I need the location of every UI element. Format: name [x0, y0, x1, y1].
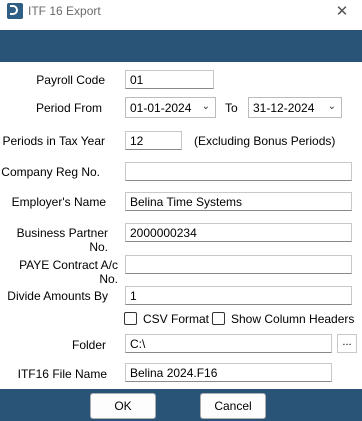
business-partner-no-input[interactable]: 2000000234 [125, 223, 352, 242]
company-reg-no-input[interactable] [125, 162, 352, 181]
footer-bar [0, 389, 362, 421]
app-icon [7, 3, 23, 19]
payroll-code-label: Payroll Code [36, 73, 105, 87]
ok-button[interactable]: OK [90, 393, 156, 419]
folder-label: Folder [71, 338, 106, 352]
file-name-input[interactable]: Belina 2024.F16 [125, 363, 332, 382]
divide-amounts-by-input[interactable]: 1 [125, 286, 352, 305]
excluding-bonus-note: (Excluding Bonus Periods) [194, 134, 336, 148]
window-title: ITF 16 Export [28, 4, 101, 18]
period-from-select[interactable]: 01-01-2024 ⌄ [125, 97, 216, 118]
csv-format-label: CSV Format [143, 312, 210, 326]
browse-folder-button[interactable]: ... [337, 334, 357, 353]
title-bar: ITF 16 Export ✕ [0, 0, 362, 22]
employers-name-label: Employer's Name [11, 195, 106, 209]
chevron-down-icon: ⌄ [201, 101, 210, 112]
file-name-label: ITF16 File Name [17, 367, 107, 381]
period-from-value: 01-01-2024 [130, 101, 192, 115]
period-to-value: 31-12-2024 [253, 101, 315, 115]
header-banner [0, 30, 362, 62]
csv-format-checkbox[interactable] [124, 312, 137, 325]
period-to-label: To [225, 101, 238, 115]
period-from-label: Period From [35, 101, 102, 115]
cancel-button[interactable]: Cancel [200, 393, 266, 419]
employers-name-input[interactable]: Belina Time Systems [125, 192, 352, 211]
business-partner-no-label: Business Partner No. [16, 226, 108, 254]
periods-in-tax-year-input[interactable]: 12 [125, 131, 182, 150]
divide-amounts-by-label: Divide Amounts By [7, 289, 108, 303]
periods-in-tax-year-label: Periods in Tax Year [2, 134, 105, 148]
show-column-headers-label: Show Column Headers [231, 312, 355, 326]
period-to-select[interactable]: 31-12-2024 ⌄ [248, 97, 342, 118]
payroll-code-input[interactable]: 01 [125, 70, 214, 89]
paye-contract-no-label: PAYE Contract A/c No. [19, 258, 118, 286]
company-reg-no-label: Company Reg No. [1, 165, 100, 179]
show-column-headers-checkbox[interactable] [212, 312, 225, 325]
folder-input[interactable]: C:\ [125, 334, 332, 353]
paye-contract-no-input[interactable] [125, 255, 352, 274]
chevron-down-icon: ⌄ [327, 101, 336, 112]
close-icon[interactable]: ✕ [328, 0, 356, 22]
